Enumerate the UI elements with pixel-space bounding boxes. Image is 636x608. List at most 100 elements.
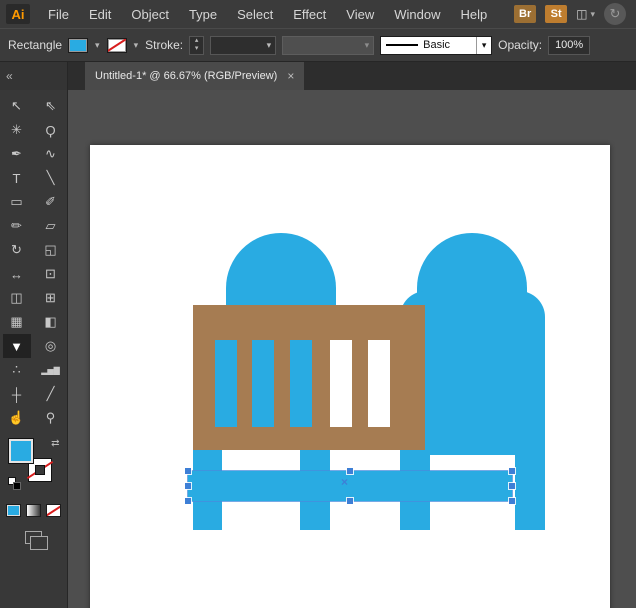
selected-object-label: Rectangle <box>8 38 62 52</box>
workspace: ↖ ⇖ ✳ Ϙ ✒ ∿ T ╲ ▭ ✐ ✏ ▱ ↻ ◱ ↔ ⊡ ◫ ⊞ ▦ ◧ <box>0 90 636 608</box>
app-logo: Ai <box>6 4 30 24</box>
perspective-grid-tool[interactable]: ⊞ <box>37 286 65 310</box>
eraser-tool[interactable]: ▱ <box>37 214 65 238</box>
shape-builder-tool[interactable]: ◫ <box>3 286 31 310</box>
stroke-chevron-icon[interactable]: ▾ <box>133 40 140 51</box>
opacity-input[interactable]: 100% <box>548 36 590 55</box>
menu-bar: Ai File Edit Object Type Select Effect V… <box>0 0 636 28</box>
selection-center-marker[interactable]: × <box>341 476 348 488</box>
line-segment-tool[interactable]: ╲ <box>37 166 65 190</box>
selection-handle[interactable] <box>185 498 191 504</box>
fill-chevron-icon[interactable]: ▾ <box>94 40 101 51</box>
menu-file[interactable]: File <box>38 7 79 22</box>
control-bar: Rectangle ▾ ▾ Stroke: ▴ ▾ ▾ ▾ Basic ▾ Op… <box>0 28 636 62</box>
document-tab-title: Untitled-1* @ 66.67% (RGB/Preview) <box>95 70 277 82</box>
crib-slat-gap[interactable] <box>368 340 390 427</box>
stroke-weight-dropdown[interactable]: ▾ <box>210 36 276 55</box>
color-button[interactable] <box>6 504 21 517</box>
mesh-tool[interactable]: ▦ <box>3 310 31 334</box>
stepper-down-icon[interactable]: ▾ <box>195 45 199 53</box>
zoom-tool[interactable]: ⚲ <box>37 406 65 430</box>
fill-stroke-widget: ⇄ <box>6 438 62 492</box>
swap-fill-stroke-icon[interactable]: ⇄ <box>51 438 59 449</box>
crib-bottom-rail-selected[interactable] <box>188 471 512 501</box>
scale-tool[interactable]: ◱ <box>37 238 65 262</box>
stroke-weight-stepper[interactable]: ▴ ▾ <box>189 36 204 55</box>
chevron-down-icon: ▾ <box>590 9 595 20</box>
none-button[interactable] <box>46 504 61 517</box>
crib-slat[interactable] <box>290 340 312 427</box>
magic-wand-tool[interactable]: ✳ <box>3 118 31 142</box>
menus: File Edit Object Type Select Effect View… <box>38 7 497 22</box>
stepper-up-icon[interactable]: ▴ <box>195 37 199 45</box>
selection-tool[interactable]: ↖ <box>3 94 31 118</box>
menu-effect[interactable]: Effect <box>283 7 336 22</box>
fill-indicator[interactable] <box>8 438 34 464</box>
slice-tool[interactable]: ╱ <box>37 382 65 406</box>
column-graph-tool[interactable]: ▂▅▇ <box>37 358 65 382</box>
color-mode-row <box>6 504 61 517</box>
brush-stroke-preview <box>386 44 418 46</box>
menu-right-cluster: Br St ◫ ▾ ↻ <box>514 3 636 25</box>
stroke-label: Stroke: <box>145 38 183 52</box>
menu-edit[interactable]: Edit <box>79 7 121 22</box>
menu-object[interactable]: Object <box>121 7 179 22</box>
paintbrush-tool[interactable]: ✐ <box>37 190 65 214</box>
bridge-button[interactable]: Br <box>514 5 536 23</box>
selection-handle[interactable] <box>509 483 515 489</box>
symbol-sprayer-tool[interactable]: ∴ <box>3 358 31 382</box>
brush-definition-dropdown[interactable]: Basic ▾ <box>380 36 492 55</box>
close-icon[interactable]: × <box>287 69 294 83</box>
lasso-tool[interactable]: Ϙ <box>37 118 65 142</box>
chevron-down-icon: ▾ <box>365 40 370 51</box>
pen-tool[interactable]: ✒ <box>3 142 31 166</box>
tab-bar: « Untitled-1* @ 66.67% (RGB/Preview) × <box>0 62 636 90</box>
document-tab[interactable]: Untitled-1* @ 66.67% (RGB/Preview) × <box>85 62 304 90</box>
default-fill-stroke-icon[interactable] <box>8 477 21 490</box>
curvature-tool[interactable]: ∿ <box>37 142 65 166</box>
type-tool[interactable]: T <box>3 166 31 190</box>
free-transform-tool[interactable]: ⊡ <box>37 262 65 286</box>
rectangle-tool[interactable]: ▭ <box>3 190 31 214</box>
menu-select[interactable]: Select <box>227 7 283 22</box>
crib-leg[interactable] <box>515 450 545 530</box>
illustrator-window: Ai File Edit Object Type Select Effect V… <box>0 0 636 608</box>
canvas-pasteboard: × <box>68 90 636 608</box>
workspace-switcher[interactable]: ◫ ▾ <box>576 7 595 21</box>
collapse-panel-button[interactable]: « <box>0 62 68 90</box>
artboard[interactable]: × <box>90 145 610 608</box>
selection-handle[interactable] <box>347 468 353 474</box>
crib-slat[interactable] <box>215 340 237 427</box>
selection-handle[interactable] <box>185 468 191 474</box>
pencil-tool[interactable]: ✏ <box>3 214 31 238</box>
gradient-button[interactable] <box>26 504 41 517</box>
stock-button[interactable]: St <box>545 5 567 23</box>
crib-slat[interactable] <box>252 340 274 427</box>
tool-grid: ↖ ⇖ ✳ Ϙ ✒ ∿ T ╲ ▭ ✐ ✏ ▱ ↻ ◱ ↔ ⊡ ◫ ⊞ ▦ ◧ <box>3 94 65 430</box>
crib-left-post-top[interactable] <box>226 233 336 307</box>
gradient-tool[interactable]: ◧ <box>37 310 65 334</box>
selection-handle[interactable] <box>509 468 515 474</box>
menu-help[interactable]: Help <box>450 7 497 22</box>
blend-tool[interactable]: ◎ <box>37 334 65 358</box>
screen-mode-button[interactable] <box>25 531 42 544</box>
direct-selection-tool[interactable]: ⇖ <box>37 94 65 118</box>
selection-handle[interactable] <box>347 498 353 504</box>
menu-type[interactable]: Type <box>179 7 227 22</box>
selection-handle[interactable] <box>509 498 515 504</box>
menu-window[interactable]: Window <box>384 7 450 22</box>
selection-handle[interactable] <box>185 483 191 489</box>
width-profile-dropdown[interactable]: ▾ <box>282 36 374 55</box>
stroke-color-swatch[interactable] <box>107 38 127 53</box>
rotate-tool[interactable]: ↻ <box>3 238 31 262</box>
chevron-down-icon[interactable]: ▾ <box>476 37 491 54</box>
hand-tool[interactable]: ☝ <box>3 406 31 430</box>
artboard-tool[interactable]: ┼ <box>3 382 31 406</box>
sync-icon[interactable]: ↻ <box>604 3 626 25</box>
width-tool[interactable]: ↔ <box>3 262 31 286</box>
menu-view[interactable]: View <box>336 7 384 22</box>
eyedropper-tool[interactable]: ▼ <box>3 334 31 358</box>
fill-color-swatch[interactable] <box>68 38 88 53</box>
default-stroke-square <box>13 482 21 490</box>
crib-slat-gap[interactable] <box>330 340 352 427</box>
